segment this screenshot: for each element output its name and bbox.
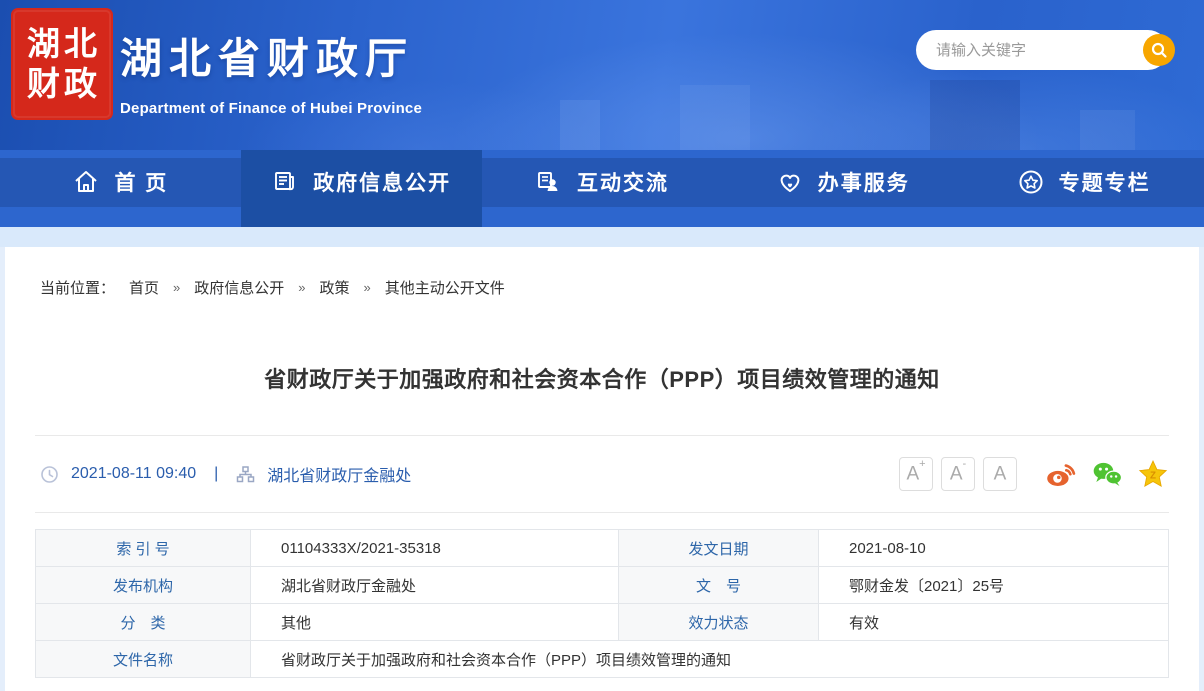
nav-label-interaction: 互动交流 bbox=[577, 167, 669, 197]
search-input[interactable] bbox=[916, 42, 1143, 59]
validity-status-label: 效力状态 bbox=[619, 604, 819, 641]
weibo-share-icon[interactable] bbox=[1045, 458, 1077, 490]
nav-item-special-columns[interactable]: 专题专栏 bbox=[963, 150, 1204, 227]
meta-separator: | bbox=[214, 465, 218, 483]
search-icon bbox=[1150, 41, 1168, 59]
breadcrumb: 当前位置： 首页 » 政府信息公开 » 政策 » 其他主动公开文件 bbox=[35, 247, 1169, 298]
document-info-table: 索 引 号 01104333X/2021-35318 发文日期 2021-08-… bbox=[35, 529, 1169, 678]
index-number-value: 01104333X/2021-35318 bbox=[251, 530, 619, 567]
site-logo-seal[interactable]: 湖北 财政 bbox=[13, 10, 111, 118]
nav-item-home[interactable]: 首 页 bbox=[0, 150, 241, 227]
content-card: 当前位置： 首页 » 政府信息公开 » 政策 » 其他主动公开文件 省财政厅关于… bbox=[5, 247, 1199, 691]
breadcrumb-separator: » bbox=[364, 280, 371, 295]
nav-item-interaction[interactable]: 互动交流 bbox=[482, 150, 723, 227]
nav-item-services[interactable]: 办事服务 bbox=[722, 150, 963, 227]
org-chart-icon bbox=[236, 465, 255, 484]
clock-icon bbox=[40, 465, 59, 484]
document-name-value: 省财政厅关于加强政府和社会资本合作（PPP）项目绩效管理的通知 bbox=[251, 641, 1169, 678]
site-title: 湖北省财政厅 bbox=[120, 25, 422, 86]
document-number-value: 鄂财金发〔2021〕25号 bbox=[819, 567, 1169, 604]
breadcrumb-label: 当前位置： bbox=[40, 277, 115, 298]
nav-item-gov-info[interactable]: 政府信息公开 bbox=[241, 150, 482, 227]
font-size-controls: A+ A- A bbox=[899, 457, 1017, 491]
article-title: 省财政厅关于加强政府和社会资本合作（PPP）项目绩效管理的通知 bbox=[35, 362, 1169, 394]
breadcrumb-separator: » bbox=[173, 280, 180, 295]
table-row: 索 引 号 01104333X/2021-35318 发文日期 2021-08-… bbox=[36, 530, 1169, 567]
breadcrumb-item-home[interactable]: 首页 bbox=[129, 277, 159, 298]
seal-text-line1: 湖北 bbox=[23, 24, 101, 64]
wechat-share-icon[interactable] bbox=[1091, 458, 1123, 490]
breadcrumb-item-other-docs[interactable]: 其他主动公开文件 bbox=[385, 277, 505, 298]
svg-text:Z: Z bbox=[1150, 470, 1156, 481]
nav-label-special-columns: 专题专栏 bbox=[1059, 167, 1151, 197]
site-title-block: 湖北省财政厅 Department of Finance of Hubei Pr… bbox=[120, 25, 422, 117]
breadcrumb-item-gov-info[interactable]: 政府信息公开 bbox=[194, 277, 284, 298]
seal-text-line2: 财政 bbox=[23, 64, 101, 104]
site-subtitle: Department of Finance of Hubei Province bbox=[120, 100, 422, 117]
font-increase-button[interactable]: A+ bbox=[899, 457, 933, 491]
article-source: 湖北省财政厅金融处 bbox=[267, 462, 411, 486]
nav-label-services: 办事服务 bbox=[818, 167, 910, 197]
issue-date-label: 发文日期 bbox=[619, 530, 819, 567]
issue-date-value: 2021-08-10 bbox=[819, 530, 1169, 567]
document-number-label: 文 号 bbox=[619, 567, 819, 604]
category-value: 其他 bbox=[251, 604, 619, 641]
index-number-label: 索 引 号 bbox=[36, 530, 251, 567]
font-reset-button[interactable]: A bbox=[983, 457, 1017, 491]
document-name-label: 文件名称 bbox=[36, 641, 251, 678]
site-header: 湖北 财政 湖北省财政厅 Department of Finance of Hu… bbox=[0, 0, 1204, 150]
document-icon bbox=[271, 168, 299, 196]
nav-label-home: 首 页 bbox=[114, 167, 168, 197]
search-box bbox=[916, 30, 1168, 70]
breadcrumb-separator: » bbox=[298, 280, 305, 295]
issuing-agency-label: 发布机构 bbox=[36, 567, 251, 604]
heart-icon bbox=[776, 168, 804, 196]
interaction-icon bbox=[535, 168, 563, 196]
qzone-share-icon[interactable]: Z bbox=[1137, 458, 1169, 490]
breadcrumb-item-policy[interactable]: 政策 bbox=[320, 277, 350, 298]
category-label: 分 类 bbox=[36, 604, 251, 641]
star-circle-icon bbox=[1017, 168, 1045, 196]
table-row: 分 类 其他 效力状态 有效 bbox=[36, 604, 1169, 641]
article-meta-right: A+ A- A bbox=[899, 457, 1169, 491]
header-bottom-strip bbox=[0, 227, 1204, 247]
table-row: 文件名称 省财政厅关于加强政府和社会资本合作（PPP）项目绩效管理的通知 bbox=[36, 641, 1169, 678]
article-meta-left: 2021-08-11 09:40 | 湖北省财政厅金融处 bbox=[35, 462, 411, 486]
home-icon bbox=[72, 168, 100, 196]
validity-status-value: 有效 bbox=[819, 604, 1169, 641]
article-meta-row: 2021-08-11 09:40 | 湖北省财政厅金融处 A+ A- A bbox=[35, 435, 1169, 513]
font-decrease-button[interactable]: A- bbox=[941, 457, 975, 491]
issuing-agency-value: 湖北省财政厅金融处 bbox=[251, 567, 619, 604]
search-button[interactable] bbox=[1143, 34, 1175, 66]
publish-time: 2021-08-11 09:40 bbox=[71, 465, 196, 483]
nav-label-gov-info: 政府信息公开 bbox=[313, 167, 451, 197]
table-row: 发布机构 湖北省财政厅金融处 文 号 鄂财金发〔2021〕25号 bbox=[36, 567, 1169, 604]
main-nav: 首 页 政府信息公开 互动交流 bbox=[0, 150, 1204, 227]
